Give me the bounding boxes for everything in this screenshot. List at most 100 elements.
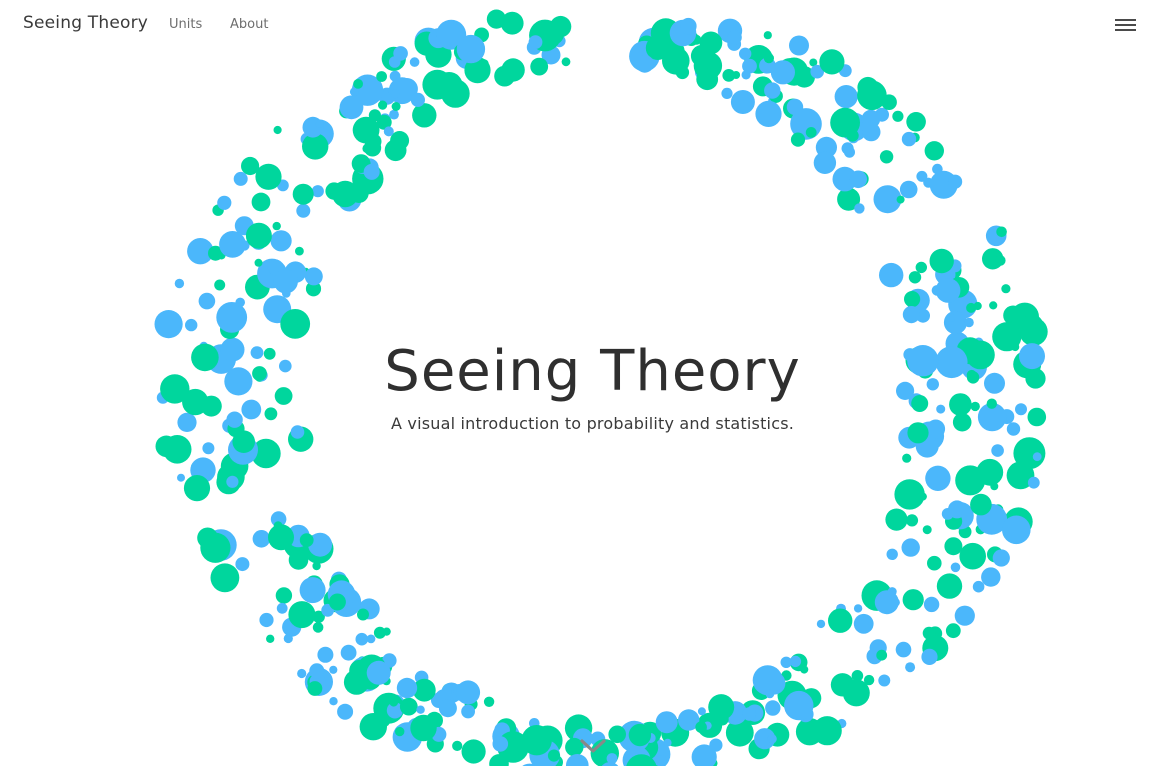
brand-link[interactable]: Seeing Theory [23, 13, 148, 33]
bubble-dot [177, 473, 185, 482]
bubble-dot [251, 192, 271, 212]
bubble-dot [412, 103, 437, 128]
bubble-dot [438, 699, 457, 718]
bubble-dot [409, 57, 420, 67]
bubble-dot [202, 442, 215, 455]
hamburger-line [1115, 24, 1136, 26]
bubble-dot [765, 700, 781, 716]
chevron-down-icon[interactable] [578, 736, 608, 756]
bubble-dot [876, 649, 888, 661]
bubble-dot [899, 180, 918, 199]
bubble-dot [162, 435, 192, 464]
bubble-dot [816, 619, 826, 629]
bubble-dot [416, 705, 425, 714]
bubble-dot [935, 278, 961, 303]
bubble-dot [389, 109, 399, 120]
bubble-dot [1032, 452, 1042, 462]
bubble-dot [878, 674, 891, 687]
bubble-dot [992, 549, 1010, 567]
bubble-dot [376, 71, 387, 82]
bubble-dot [353, 79, 363, 89]
bubble-dot [1014, 451, 1024, 461]
bubble-dot [200, 532, 231, 563]
bubble-dot [656, 755, 667, 766]
bubble-dot [363, 163, 380, 180]
bubble-dot [297, 668, 307, 679]
bubble-dot [972, 580, 985, 593]
bubble-dot [853, 613, 874, 634]
bubble-dot [288, 601, 316, 629]
bubble-dot [828, 608, 853, 633]
bubble-dot [655, 711, 678, 734]
bubble-dot [927, 555, 942, 571]
bubble-dot [905, 662, 916, 673]
bubble-dot [307, 681, 323, 696]
bubble-dot [881, 94, 897, 110]
bubble-dot [635, 54, 654, 73]
bubble-dot [217, 195, 232, 210]
bubble-dot [780, 656, 792, 668]
bubble-dot [854, 203, 865, 214]
bubble-dot [304, 267, 323, 286]
bubble-dot [921, 648, 938, 666]
bubble-dot [275, 587, 293, 604]
bubble-dot [742, 707, 757, 721]
bubble-dot [608, 725, 626, 744]
bubble-dot [844, 146, 855, 158]
bubble-dot [547, 749, 561, 762]
bubble-dot [396, 677, 418, 699]
bubble-dot [991, 444, 1004, 457]
bubble-dot [800, 665, 809, 674]
bubble-dot [959, 542, 986, 570]
bubble-dot [853, 604, 863, 613]
bubble-dot [273, 269, 298, 294]
bubble-dot [922, 626, 936, 640]
bubble-dot [721, 87, 733, 99]
bubble-dot [896, 195, 905, 204]
bubble-dot [355, 632, 369, 646]
bubble-dot [254, 258, 263, 267]
bubble-dot [990, 482, 999, 491]
bubble-dot [924, 141, 944, 161]
bubble-dot [252, 530, 271, 548]
bubble-dot [834, 85, 858, 109]
bubble-dot [697, 707, 706, 716]
bubble-dot [989, 301, 998, 310]
bubble-dot [886, 548, 898, 560]
bubble-dot [1027, 476, 1040, 489]
bubble-dot [337, 703, 354, 720]
bubble-dot [456, 680, 481, 705]
bubble-dot [390, 89, 400, 99]
bubble-dot [861, 122, 881, 142]
bubble-dot [606, 753, 618, 764]
bubble-dot [395, 726, 405, 737]
bubble-dot [339, 95, 364, 120]
bubble-dot [389, 697, 399, 707]
bubble-dot [365, 133, 382, 150]
nav-link-units[interactable]: Units [169, 17, 202, 32]
bubble-dot [226, 475, 239, 488]
bubble-dot [452, 740, 463, 752]
bubble-dot [628, 723, 652, 747]
hamburger-menu-icon[interactable] [1113, 17, 1139, 33]
bubble-dot [501, 58, 525, 82]
bubble-dot [219, 231, 246, 258]
bubble-dot [954, 605, 975, 626]
bubble-dot [309, 663, 325, 679]
bubble-dot [391, 102, 401, 111]
bubble-dot [366, 660, 391, 685]
bubble-dot [663, 738, 672, 747]
bubble-dot [296, 203, 311, 218]
bubble-dot [902, 589, 924, 611]
bubble-dot [895, 641, 912, 658]
bubble-dot [266, 634, 275, 643]
bubble-dot [317, 646, 334, 663]
bubble-dot [461, 739, 486, 764]
nav-link-about[interactable]: About [230, 17, 268, 32]
bubble-dot [916, 170, 928, 182]
bubble-dot [259, 612, 274, 628]
bubble-dot [936, 573, 963, 599]
hero-subtitle: A visual introduction to probability and… [390, 414, 795, 433]
bubble-dot [357, 608, 369, 621]
bubble-dot [730, 90, 755, 114]
